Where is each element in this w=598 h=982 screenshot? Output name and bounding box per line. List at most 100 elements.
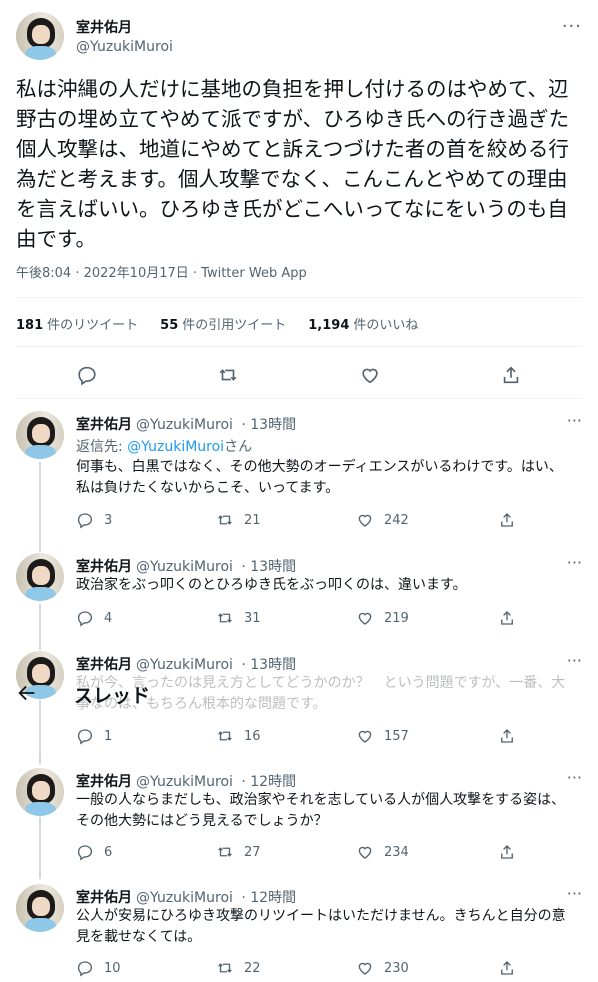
- share-button[interactable]: [496, 727, 516, 745]
- reply-tweet[interactable]: 室井佑月 @YuzukiMuroi · 12時間 ··· 公人が安易にひろゆき攻撃…: [16, 884, 582, 980]
- tweet-stats: 181 件のリツイート 55 件の引用ツイート 1,194 件のいいね: [16, 314, 418, 333]
- reply-button[interactable]: 1: [76, 727, 146, 745]
- author-name[interactable]: 室井佑月: [76, 17, 132, 37]
- share-icon: [501, 513, 513, 527]
- like-button[interactable]: 219: [356, 609, 426, 627]
- likes-stat[interactable]: 1,194 件のいいね: [308, 314, 418, 333]
- like-count: 242: [384, 512, 409, 528]
- retweet-icon: [218, 963, 232, 973]
- retweets-stat[interactable]: 181 件のリツイート: [16, 314, 138, 333]
- like-button[interactable]: 157: [356, 727, 426, 745]
- reply-actions: 1 16 157: [76, 727, 516, 745]
- retweet-button[interactable]: 27: [216, 843, 286, 861]
- reply-time[interactable]: · 13時間: [241, 559, 296, 575]
- more-options-icon[interactable]: ···: [567, 651, 582, 670]
- retweet-count: 21: [244, 512, 261, 528]
- reply-tweet[interactable]: 室井佑月 @YuzukiMuroi · 13時間 ··· 返信先: @Yuzuki…: [16, 411, 582, 531]
- share-button[interactable]: [496, 511, 516, 529]
- author-avatar[interactable]: [16, 411, 64, 459]
- retweet-count: 27: [244, 844, 261, 860]
- mention-link[interactable]: @YuzukiMuroi: [127, 439, 224, 455]
- reply-text: 何事も、白黒ではなく、その他大勢のオーディエンスがいるわけです。はい、私は負けた…: [76, 459, 563, 496]
- like-count: 219: [384, 610, 409, 626]
- tweet-meta: 午後8:04 · 2022年10月17日 · Twitter Web App: [16, 266, 307, 281]
- retweet-button[interactable]: 31: [216, 609, 286, 627]
- retweet-icon: [218, 847, 232, 857]
- main-tweet-header: 室井佑月 @YuzukiMuroi ···: [16, 12, 582, 62]
- more-options-icon[interactable]: ···: [567, 411, 582, 430]
- reply-count: 10: [104, 960, 121, 976]
- reply-time[interactable]: · 13時間: [241, 417, 296, 433]
- retweet-button[interactable]: 16: [216, 727, 286, 745]
- main-tweet-actions: [16, 360, 582, 390]
- like-icon: [358, 514, 372, 527]
- author-handle[interactable]: @YuzukiMuroi: [136, 774, 233, 790]
- more-options-icon[interactable]: ···: [567, 884, 582, 903]
- author-avatar[interactable]: [16, 884, 64, 932]
- reply-text: 政治家をぶっ叩くのとひろゆき氏をぶっ叩くのは、違います。: [76, 577, 467, 593]
- retweet-button[interactable]: 22: [216, 959, 286, 977]
- author-name[interactable]: 室井佑月: [76, 774, 132, 790]
- reply-icon: [77, 961, 93, 977]
- author-avatar[interactable]: [16, 768, 64, 816]
- reply-text: 一般の人ならまだしも、政治家やそれを志している人が個人攻撃をする姿は、その他大勢…: [76, 792, 566, 829]
- author-handle[interactable]: @YuzukiMuroi: [136, 559, 233, 575]
- share-button[interactable]: [496, 959, 516, 977]
- share-icon: [501, 729, 513, 743]
- more-options-icon[interactable]: ···: [567, 553, 582, 572]
- share-icon: [501, 845, 513, 859]
- author-name[interactable]: 室井佑月: [76, 417, 132, 433]
- like-button[interactable]: 230: [356, 959, 426, 977]
- reply-icon: [77, 513, 93, 529]
- reply-actions: 3 21 242: [76, 511, 516, 529]
- quotes-stat[interactable]: 55 件の引用ツイート: [160, 314, 286, 333]
- author-name[interactable]: 室井佑月: [76, 890, 132, 906]
- like-button[interactable]: 234: [356, 843, 426, 861]
- retweet-count: 16: [244, 728, 261, 744]
- reply-icon: [77, 729, 93, 745]
- author-avatar[interactable]: [16, 553, 64, 601]
- author-name[interactable]: 室井佑月: [76, 559, 132, 575]
- reply-time[interactable]: · 12時間: [241, 774, 296, 790]
- reply-time[interactable]: · 12時間: [241, 890, 296, 906]
- reply-header: 室井佑月 @YuzukiMuroi · 12時間: [76, 771, 296, 791]
- reply-actions: 4 31 219: [76, 609, 516, 627]
- author-handle[interactable]: @YuzukiMuroi: [136, 417, 233, 433]
- share-icon[interactable]: [496, 360, 526, 390]
- reply-count: 6: [104, 844, 113, 860]
- author-handle[interactable]: @YuzukiMuroi: [76, 39, 173, 55]
- reply-button[interactable]: 4: [76, 609, 146, 627]
- reply-count: 3: [104, 512, 113, 528]
- more-options-icon[interactable]: ···: [567, 768, 582, 787]
- reply-header: 室井佑月 @YuzukiMuroi · 13時間: [76, 556, 296, 576]
- author-avatar[interactable]: [16, 12, 64, 60]
- reply-icon[interactable]: [72, 360, 102, 390]
- retweet-button[interactable]: 21: [216, 511, 286, 529]
- tweet-text: 私は沖縄の人だけに基地の負担を押し付けるのはやめて、辺野古の埋め立てやめて派です…: [16, 77, 570, 251]
- like-icon[interactable]: [355, 360, 385, 390]
- share-button[interactable]: [496, 609, 516, 627]
- retweet-count: 31: [244, 610, 261, 626]
- divider: [16, 297, 582, 298]
- retweet-icon: [218, 613, 232, 623]
- retweet-count: 22: [244, 960, 261, 976]
- back-arrow-icon[interactable]: [16, 682, 38, 704]
- thread-header: スレッド: [0, 670, 598, 716]
- retweet-icon[interactable]: [213, 360, 243, 390]
- divider: [16, 398, 582, 399]
- retweet-icon: [218, 515, 232, 525]
- share-button[interactable]: [496, 843, 516, 861]
- like-button[interactable]: 242: [356, 511, 426, 529]
- reply-button[interactable]: 10: [76, 959, 146, 977]
- reply-tweet[interactable]: 室井佑月 @YuzukiMuroi · 12時間 ··· 一般の人ならまだしも、政…: [16, 768, 582, 868]
- more-options-icon[interactable]: ···: [562, 16, 582, 37]
- author-handle[interactable]: @YuzukiMuroi: [136, 890, 233, 906]
- reply-button[interactable]: 3: [76, 511, 146, 529]
- retweet-icon: [218, 731, 232, 741]
- share-icon: [501, 611, 513, 625]
- reply-button[interactable]: 6: [76, 843, 146, 861]
- reply-tweet[interactable]: 室井佑月 @YuzukiMuroi · 13時間 ··· 政治家をぶっ叩くのとひろ…: [16, 553, 582, 633]
- reply-header: 室井佑月 @YuzukiMuroi · 13時間: [76, 414, 296, 434]
- reply-icon: [77, 611, 93, 627]
- like-icon: [358, 730, 372, 743]
